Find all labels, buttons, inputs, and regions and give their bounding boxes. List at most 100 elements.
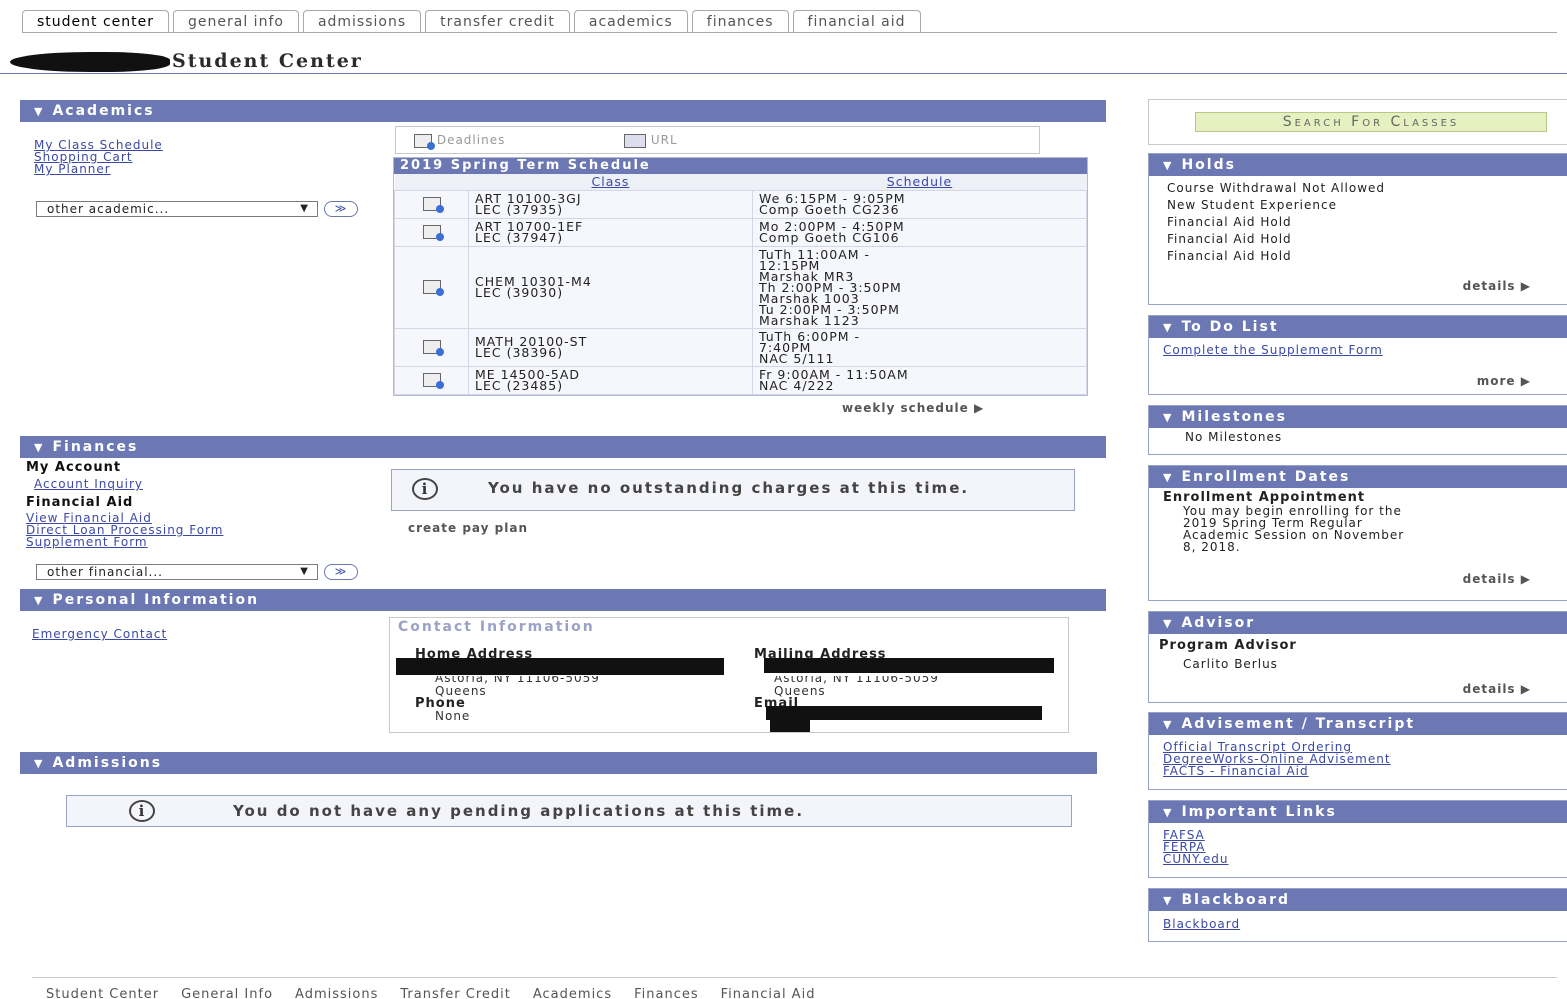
my-planner-link[interactable]: My Planner bbox=[34, 163, 163, 175]
class-detail-cell[interactable] bbox=[394, 189, 469, 219]
admissions-notice: i You do not have any pending applicatio… bbox=[66, 795, 1072, 827]
fafsa-link[interactable]: FAFSA bbox=[1163, 829, 1567, 841]
important-links-header-label: Important Links bbox=[1181, 804, 1337, 820]
tab-finances[interactable]: finances bbox=[691, 10, 789, 33]
footer-link-transfer-credit[interactable]: Transfer Credit bbox=[400, 987, 511, 999]
enrollment-dates-header[interactable]: ▼ Enrollment Dates bbox=[1149, 466, 1567, 488]
class-column-header[interactable]: Class bbox=[468, 174, 753, 190]
emergency-contact-link[interactable]: Emergency Contact bbox=[32, 627, 167, 641]
schedule-cell: TuTh 11:00AM - 12:15PM Marshak MR3 Th 2:… bbox=[752, 245, 1087, 329]
financial-aid-label: Financial Aid bbox=[26, 495, 134, 510]
todo-list: Complete the Supplement Form bbox=[1149, 338, 1567, 359]
advisor-details-link[interactable]: details ▶ bbox=[1463, 682, 1531, 696]
advisement-links: Official Transcript Ordering DegreeWorks… bbox=[1149, 735, 1567, 777]
blackboard-header[interactable]: ▼ Blackboard bbox=[1149, 889, 1567, 911]
class-cell: CHEM 10301-M4 LEC (39030) bbox=[468, 245, 753, 329]
academics-header[interactable]: ▼ Academics bbox=[20, 100, 1106, 122]
arrow-right-icon: ▶ bbox=[1520, 279, 1531, 293]
table-row: ART 10100-3GJ LEC (37935) We 6:15PM - 9:0… bbox=[394, 189, 1087, 219]
class-detail-icon bbox=[422, 373, 444, 389]
schedule-cell: Fr 9:00AM - 11:50AM NAC 4/222 bbox=[752, 365, 1087, 395]
supplement-todo-link[interactable]: Complete the Supplement Form bbox=[1163, 343, 1383, 357]
holds-details-link[interactable]: details ▶ bbox=[1463, 279, 1531, 293]
url-label: URL bbox=[650, 133, 678, 147]
search-for-classes-button[interactable]: Search For Classes bbox=[1195, 112, 1547, 132]
arrow-right-icon: ▶ bbox=[1520, 374, 1531, 388]
tab-student-center[interactable]: student center bbox=[22, 10, 170, 33]
collapse-icon: ▼ bbox=[34, 594, 45, 607]
admissions-header[interactable]: ▼ Admissions bbox=[20, 752, 1097, 774]
class-detail-icon bbox=[422, 197, 444, 213]
collapse-icon: ▼ bbox=[1163, 159, 1174, 172]
footer-link-general-info[interactable]: General Info bbox=[181, 987, 273, 999]
important-links-header[interactable]: ▼ Important Links bbox=[1149, 801, 1567, 823]
todo-header[interactable]: ▼ To Do List bbox=[1149, 316, 1567, 338]
holds-header[interactable]: ▼ Holds bbox=[1149, 154, 1567, 176]
weekly-schedule-label: weekly schedule bbox=[842, 401, 969, 415]
enrollment-details-link[interactable]: details ▶ bbox=[1463, 572, 1531, 586]
advisor-header-label: Advisor bbox=[1181, 615, 1256, 631]
personal-info-header[interactable]: ▼ Personal Information bbox=[20, 589, 1106, 611]
footer-link-academics[interactable]: Academics bbox=[533, 987, 612, 999]
todo-more-link[interactable]: more ▶ bbox=[1477, 374, 1531, 388]
holds-panel: ▼ Holds Course Withdrawal Not Allowed New… bbox=[1148, 153, 1567, 305]
tab-academics[interactable]: academics bbox=[573, 10, 688, 33]
deadlines-bar: Deadlines URL bbox=[395, 126, 1040, 154]
other-academic-select[interactable]: other academic... ▼ bbox=[36, 201, 318, 217]
title-divider bbox=[0, 73, 1567, 74]
deadlines-link[interactable]: Deadlines bbox=[414, 133, 505, 150]
url-link[interactable]: URL bbox=[624, 133, 678, 148]
collapse-icon: ▼ bbox=[1163, 894, 1174, 907]
other-financial-select[interactable]: other financial... ▼ bbox=[36, 564, 318, 580]
class-cell: ART 10100-3GJ LEC (37935) bbox=[468, 189, 753, 219]
class-detail-cell[interactable] bbox=[394, 327, 469, 367]
blackboard-link[interactable]: Blackboard bbox=[1163, 917, 1240, 931]
finances-header[interactable]: ▼ Finances bbox=[20, 436, 1106, 458]
footer-link-financial-aid[interactable]: Financial Aid bbox=[721, 987, 816, 999]
facts-financial-aid-link[interactable]: FACTS - Financial Aid bbox=[1163, 765, 1567, 777]
other-academic-value: other academic... bbox=[47, 202, 170, 216]
academic-go-button[interactable]: ≫ bbox=[324, 201, 358, 217]
financial-go-button[interactable]: ≫ bbox=[324, 564, 358, 580]
supplement-form-link[interactable]: Supplement Form bbox=[26, 536, 223, 548]
mailing-city: Astoria, NY 11106-5059 bbox=[774, 671, 939, 685]
advisor-header[interactable]: ▼ Advisor bbox=[1149, 612, 1567, 634]
personal-info-header-label: Personal Information bbox=[52, 592, 260, 608]
redacted-home-street bbox=[396, 658, 724, 675]
cuny-link[interactable]: CUNY.edu bbox=[1163, 853, 1567, 865]
redacted-mailing-street bbox=[764, 658, 1054, 673]
advisement-header[interactable]: ▼ Advisement / Transcript bbox=[1149, 713, 1567, 735]
class-detail-icon bbox=[422, 340, 444, 356]
footer-link-finances[interactable]: Finances bbox=[634, 987, 699, 999]
footer-link-admissions[interactable]: Admissions bbox=[295, 987, 378, 999]
weekly-schedule-link[interactable]: weekly schedule ▶ bbox=[842, 401, 984, 415]
blackboard-header-label: Blackboard bbox=[1181, 892, 1291, 908]
collapse-icon: ▼ bbox=[34, 441, 45, 454]
schedule-column-header[interactable]: Schedule bbox=[752, 174, 1087, 190]
hold-item: Financial Aid Hold bbox=[1167, 232, 1292, 246]
tab-financial-aid[interactable]: financial aid bbox=[792, 10, 921, 33]
blackboard-link-wrap: Blackboard bbox=[1149, 911, 1567, 931]
class-section: LEC (38396) bbox=[475, 345, 564, 360]
phone-value: None bbox=[435, 709, 471, 723]
enrollment-line: 8, 2018. bbox=[1183, 540, 1241, 554]
footer-divider bbox=[32, 977, 1557, 978]
info-icon: i bbox=[412, 478, 438, 500]
academics-links: My Class Schedule Shopping Cart My Plann… bbox=[34, 139, 163, 175]
milestones-header[interactable]: ▼ Milestones bbox=[1149, 406, 1567, 428]
class-detail-cell[interactable] bbox=[394, 217, 469, 247]
tab-transfer-credit[interactable]: transfer credit bbox=[425, 10, 570, 33]
collapse-icon: ▼ bbox=[1163, 321, 1174, 334]
tab-admissions[interactable]: admissions bbox=[302, 10, 422, 33]
class-detail-cell[interactable] bbox=[394, 245, 469, 329]
create-pay-plan-link[interactable]: create pay plan bbox=[408, 521, 528, 535]
page-title: Student Center bbox=[172, 50, 363, 72]
account-inquiry-link[interactable]: Account Inquiry bbox=[34, 477, 143, 491]
charges-notice: i You have no outstanding charges at thi… bbox=[391, 469, 1075, 511]
tab-general-info[interactable]: general info bbox=[173, 10, 299, 33]
collapse-icon: ▼ bbox=[34, 757, 45, 770]
class-detail-cell[interactable] bbox=[394, 365, 469, 395]
table-row: CHEM 10301-M4 LEC (39030) TuTh 11:00AM - … bbox=[394, 245, 1087, 329]
schedule-line: Comp Goeth CG106 bbox=[759, 230, 900, 245]
footer-link-student-center[interactable]: Student Center bbox=[46, 987, 159, 999]
